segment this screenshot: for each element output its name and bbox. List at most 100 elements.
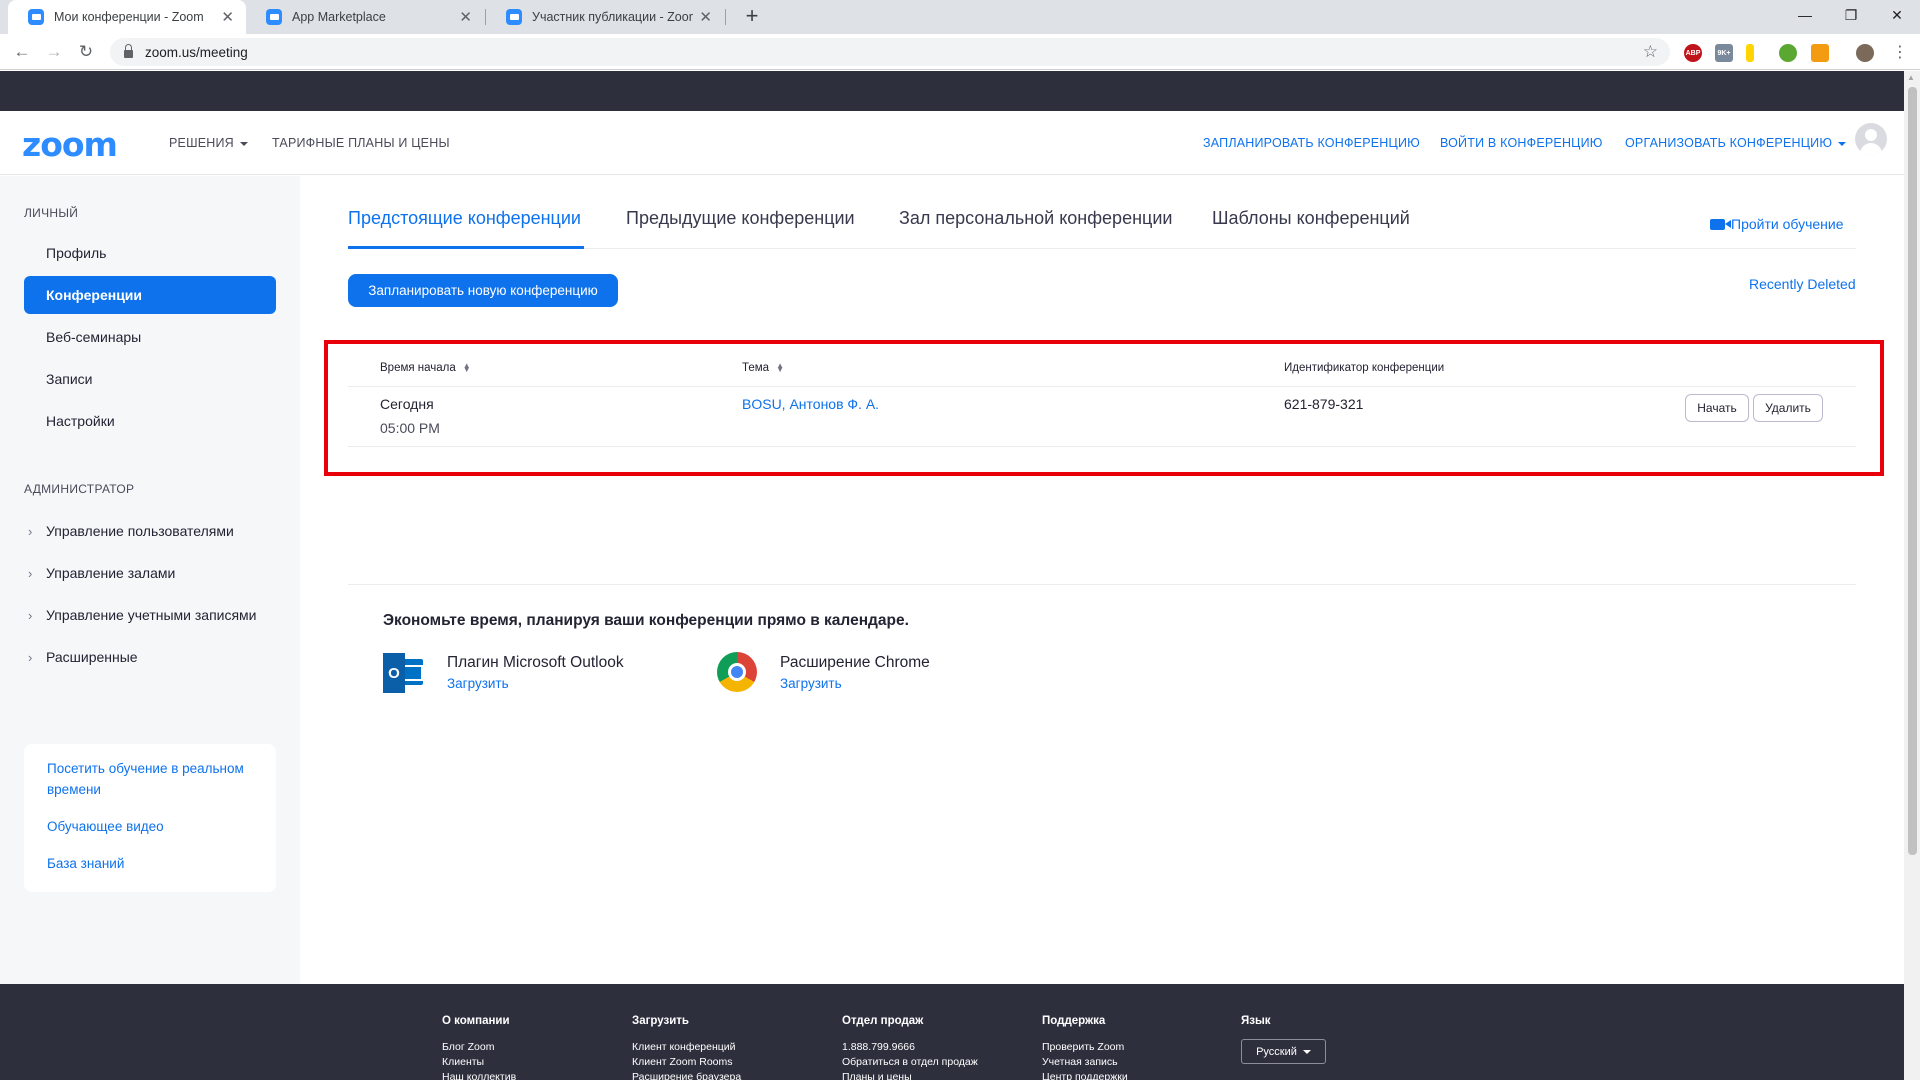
scrollbar-thumb[interactable] (1908, 87, 1917, 855)
live-training-link[interactable]: Посетить обучение в реальном времени (47, 758, 262, 800)
browser-tab-my-meetings[interactable]: Мои конференции - Zoom ✕ (8, 0, 246, 34)
close-tab-icon[interactable]: ✕ (221, 8, 234, 26)
sidebar-item-profile[interactable]: Профиль (24, 234, 276, 272)
sidebar-item-account-management[interactable]: › Управление учетными записями (24, 596, 276, 634)
browser-menu-icon[interactable]: ⋮ (1886, 38, 1914, 66)
footer-link[interactable]: Проверить Zoom (1042, 1041, 1124, 1053)
sidebar-item-room-management[interactable]: › Управление залами (24, 554, 276, 592)
scroll-up-arrow-icon[interactable]: ▲ (1907, 73, 1915, 82)
footer-link[interactable]: Клиент Zoom Rooms (632, 1056, 733, 1068)
footer-link[interactable]: 1.888.799.9666 (842, 1041, 915, 1053)
footer: О компании Блог Zoom Клиенты Наш коллект… (0, 984, 1904, 1083)
start-meeting-button[interactable]: Начать (1685, 394, 1749, 422)
schedule-new-meeting-button[interactable]: Запланировать новую конференцию (348, 274, 618, 307)
host-meeting-menu[interactable]: ОРГАНИЗОВАТЬ КОНФЕРЕНЦИЮ (1625, 136, 1847, 150)
page-scrollbar[interactable]: ▲ (1904, 71, 1920, 1080)
footer-link[interactable]: Учетная запись (1042, 1056, 1118, 1068)
browser-tab-label: App Marketplace (292, 10, 386, 24)
close-window-icon[interactable]: ✕ (1874, 0, 1920, 30)
footer-link[interactable]: Наш коллектив (442, 1071, 516, 1083)
sidebar-item-recordings[interactable]: Записи (24, 360, 276, 398)
meeting-day: Сегодня (380, 396, 434, 412)
sidebar-item-advanced[interactable]: › Расширенные (24, 638, 276, 676)
footer-heading-download: Загрузить (632, 1015, 689, 1027)
sidebar-item-user-management[interactable]: › Управление пользователями (24, 512, 276, 550)
footer-heading-support: Поддержка (1042, 1015, 1106, 1027)
sidebar: ЛИЧНЫЙ Профиль Конференции Веб-семинары … (0, 176, 300, 984)
address-bar[interactable]: zoom.us/meeting ☆ (110, 38, 1670, 66)
sidebar-item-label: Настройки (46, 413, 115, 429)
close-tab-icon[interactable]: ✕ (699, 8, 712, 26)
column-header-meeting-id: Идентификатор конференции (1284, 362, 1445, 374)
knowledge-base-link[interactable]: База знаний (47, 853, 262, 874)
footer-link[interactable]: Блог Zoom (442, 1041, 494, 1053)
minimize-window-icon[interactable]: — (1782, 0, 1828, 30)
sidebar-item-label: Профиль (46, 245, 107, 261)
browser-tab-publication-member[interactable]: Участник публикации - Zoom ✕ (486, 0, 724, 34)
sidebar-item-settings[interactable]: Настройки (24, 402, 276, 440)
chrome-download-link[interactable]: Загрузить (780, 676, 842, 691)
sidebar-section-personal: ЛИЧНЫЙ (24, 206, 79, 220)
column-header-topic[interactable]: Тема ▲ ▼ (742, 360, 784, 374)
learning-resources-box: Посетить обучение в реальном времени Обу… (24, 744, 276, 892)
sidebar-item-label: Управление пользователями (46, 523, 234, 539)
address-bar-url: zoom.us/meeting (145, 44, 248, 60)
tab-upcoming-meetings[interactable]: Предстоящие конференции (348, 208, 581, 229)
mail-extension-icon[interactable]: 9K+ (1715, 44, 1733, 62)
reload-icon[interactable]: ↻ (72, 38, 100, 66)
footer-heading-sales: Отдел продаж (842, 1015, 924, 1027)
video-camera-icon (1710, 218, 1731, 230)
tab-personal-room[interactable]: Зал персональной конференции (899, 208, 1172, 229)
adblock-extension-icon[interactable]: ABP (1684, 44, 1702, 62)
footer-link[interactable]: Центр поддержки (1042, 1071, 1128, 1083)
zoom-favicon-icon (266, 9, 282, 25)
close-tab-icon[interactable]: ✕ (459, 8, 472, 26)
get-training-link[interactable]: Пройти обучение (1710, 216, 1844, 232)
footer-link[interactable]: Планы и цены (842, 1071, 912, 1083)
sidebar-item-label: Расширенные (46, 649, 138, 665)
sidebar-item-meetings[interactable]: Конференции (24, 276, 276, 314)
caret-down-icon (1838, 141, 1847, 146)
recently-deleted-link[interactable]: Recently Deleted (1749, 276, 1856, 292)
browser-tab-strip: Мои конференции - Zoom ✕ App Marketplace… (0, 0, 1920, 34)
zoom-favicon-icon (28, 9, 44, 25)
sidebar-item-label: Управление учетными записями (46, 607, 257, 623)
user-avatar[interactable] (1855, 123, 1887, 155)
browser-tab-label: Участник публикации - Zoom (532, 10, 694, 24)
video-tutorials-link[interactable]: Обучающее видео (47, 816, 262, 837)
join-meeting-link[interactable]: ВОЙТИ В КОНФЕРЕНЦИЮ (1440, 136, 1603, 150)
translate-extension-icon[interactable] (1811, 44, 1829, 62)
column-header-start-time[interactable]: Время начала ▲ ▼ (380, 361, 471, 374)
outlook-download-link[interactable]: Загрузить (447, 676, 509, 691)
profile-avatar-icon[interactable] (1856, 44, 1874, 62)
column-header-label: Время начала (380, 362, 456, 374)
meeting-topic-link[interactable]: BOSU, Антонов Ф. А. (742, 396, 879, 412)
schedule-meeting-link[interactable]: ЗАПЛАНИРОВАТЬ КОНФЕРЕНЦИЮ (1203, 136, 1420, 150)
bookmark-star-icon[interactable]: ☆ (1643, 42, 1658, 62)
new-tab-plus-icon[interactable]: + (738, 2, 766, 30)
solutions-menu[interactable]: РЕШЕНИЯ (169, 136, 248, 150)
footer-link[interactable]: Расширение браузера (632, 1071, 741, 1083)
top-navigation: zoom РЕШЕНИЯ ТАРИФНЫЕ ПЛАНЫ И ЦЕНЫ ЗАПЛА… (0, 111, 1904, 175)
grammar-extension-icon[interactable] (1779, 44, 1797, 62)
browser-tab-app-marketplace[interactable]: App Marketplace ✕ (246, 0, 484, 34)
sort-icon: ▲ ▼ (776, 360, 784, 374)
tab-previous-meetings[interactable]: Предыдущие конференции (626, 208, 855, 229)
yandex-extension-icon[interactable] (1746, 44, 1754, 62)
footer-heading-about: О компании (442, 1015, 510, 1027)
language-select[interactable]: Русский (1241, 1039, 1326, 1064)
plans-pricing-link[interactable]: ТАРИФНЫЕ ПЛАНЫ И ЦЕНЫ (272, 136, 450, 150)
footer-link[interactable]: Клиент конференций (632, 1041, 736, 1053)
footer-link[interactable]: Обратиться в отдел продаж (842, 1056, 978, 1068)
sidebar-item-webinars[interactable]: Веб-семинары (24, 318, 276, 356)
back-arrow-icon[interactable]: ← (8, 38, 36, 66)
tab-separator (725, 9, 726, 25)
forward-arrow-icon[interactable]: → (40, 38, 68, 66)
zoom-logo[interactable]: zoom (22, 125, 118, 164)
delete-meeting-button[interactable]: Удалить (1753, 394, 1823, 422)
footer-link[interactable]: Клиенты (442, 1056, 484, 1068)
chevron-right-icon: › (28, 649, 33, 665)
chevron-right-icon: › (28, 607, 33, 623)
restore-window-icon[interactable]: ❐ (1828, 0, 1874, 30)
tab-meeting-templates[interactable]: Шаблоны конференций (1212, 208, 1410, 229)
